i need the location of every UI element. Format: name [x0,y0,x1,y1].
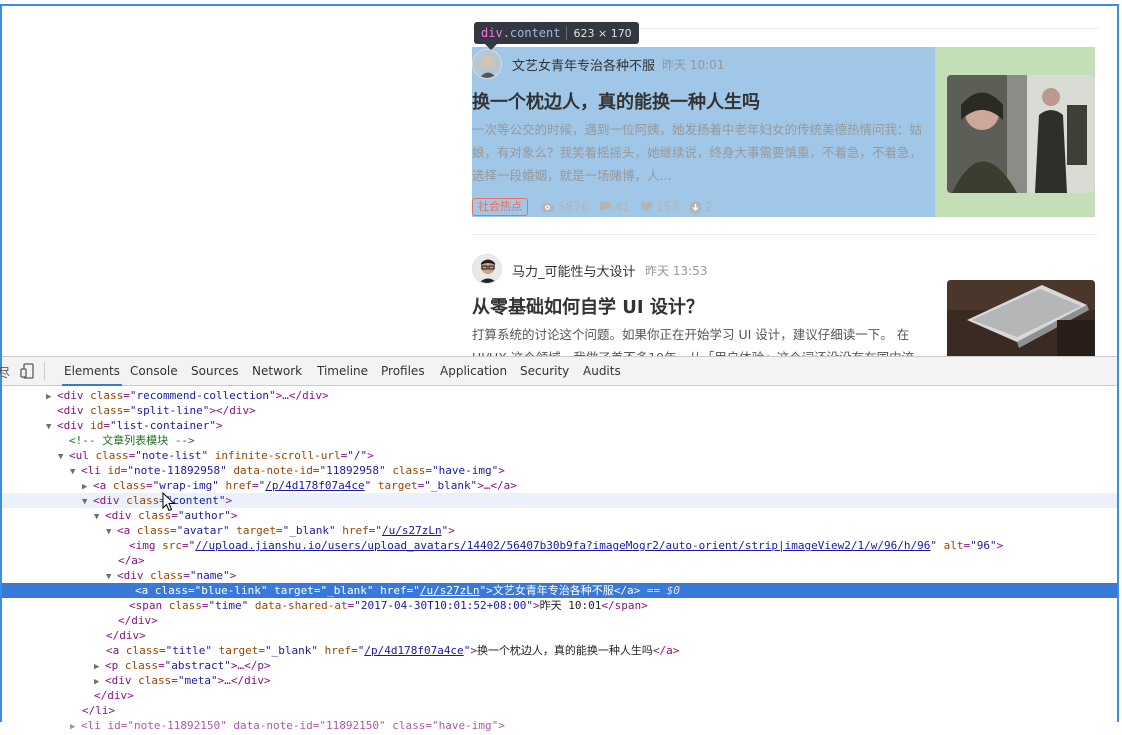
comments-value: 41 [614,200,630,214]
dom-node-close[interactable]: </div> [2,688,1117,703]
rewards-value: 2 [704,200,713,214]
comments-count[interactable]: 41 [599,200,630,214]
author-name-link[interactable]: 马力_可能性与大设计 [512,261,636,280]
tab-application[interactable]: Application [440,357,507,386]
tab-timeline[interactable]: Timeline [317,357,368,386]
comment-icon [599,202,611,212]
article-title[interactable]: 换一个枕边人，真的能换一种人生吗 [472,88,760,114]
heart-icon [640,201,653,212]
article-thumbnail[interactable] [947,280,1095,356]
likes-count: 153 [640,200,679,214]
publish-time: 昨天 10:01 [662,58,725,72]
publish-time: 昨天 13:53 [645,264,708,278]
dom-node[interactable]: ▶ <div class="recommend-collection">…</di… [2,388,1117,403]
dom-node-close[interactable]: </a> [2,553,1117,568]
dom-node[interactable]: ▶ <a class="wrap-img" href="/p/4d178f07a4… [2,478,1117,493]
dom-node[interactable]: <a class="title" target="_blank" href="/… [2,643,1117,658]
tooltip-arrow [485,44,497,50]
dom-node[interactable]: ▼ <div class="name"> [2,568,1117,583]
mouse-cursor-icon [162,492,175,512]
tab-security[interactable]: Security [520,357,569,386]
article-title[interactable]: 从零基础如何自学 UI 设计？ [472,293,704,319]
tooltip-dimensions: 623 × 170 [573,26,632,40]
dom-tree: ▶ <div class="recommend-collection">…</di… [2,387,1117,732]
article-thumbnail[interactable] [947,75,1095,193]
tabbar-divider [44,362,45,380]
tab-elements[interactable]: Elements [62,357,122,386]
views-count: 5876 [540,200,589,214]
dom-node-close[interactable]: </li> [2,703,1117,718]
inspect-tooltip: div .content 623 × 170 [474,22,639,44]
tab-console[interactable]: Console [130,357,178,386]
dom-node-selected[interactable]: <a class="blue-link" target="_blank" hre… [2,583,1117,598]
tooltip-separator [566,26,568,40]
collection-tag[interactable]: 社会热点 [472,198,528,216]
tab-audits[interactable]: Audits [583,357,621,386]
article-abstract: 一次等公交的时候，遇到一位阿姨，她发扬着中老年妇女的传统美德热情问我：姑娘，有对… [472,122,923,183]
rewards-count: 2 [689,200,713,214]
dom-node[interactable]: <div class="split-line"></div> [2,403,1117,418]
select-element-icon[interactable]: 尽 [0,364,10,381]
dom-node-partial[interactable]: ▶ <li id="note-11892150" data-note-id="11… [2,718,1117,733]
dom-node[interactable]: ▼ <div id="list-container"> [2,418,1117,433]
devtools-tabbar: 尽 Elements Console Sources Network Timel… [0,357,1117,386]
tab-sources[interactable]: Sources [191,357,238,386]
dom-node[interactable]: ▼ <a class="avatar" target="_blank" href=… [2,523,1117,538]
split-line [472,234,1098,235]
dom-node[interactable]: <span class="time" data-shared-at="2017-… [2,598,1117,613]
article-meta: 社会热点 5876 41 153 2 [472,198,722,216]
dom-node-close[interactable]: </div> [2,613,1117,628]
eye-icon [540,202,555,212]
dom-node[interactable]: ▶ <p class="abstract">…</p> [2,658,1117,673]
device-toolbar-icon[interactable] [20,363,36,383]
dom-node[interactable]: ▼ <li id="note-11892958" data-note-id="11… [2,463,1117,478]
author-avatar[interactable] [472,254,502,284]
dom-node[interactable]: ▼ <ul class="note-list" infinite-scroll-u… [2,448,1117,463]
author-avatar[interactable] [472,49,502,79]
dom-comment[interactable]: <!-- 文章列表模块 --> [2,433,1117,448]
tooltip-tag: div [481,26,503,40]
dom-node[interactable]: ▶ <div class="meta">…</div> [2,673,1117,688]
tooltip-class: .content [502,26,561,40]
tab-profiles[interactable]: Profiles [381,357,425,386]
author-name-link[interactable]: 文艺女青年专治各种不服 [512,55,655,74]
dom-node-close[interactable]: </div> [2,628,1117,643]
page-viewport: 文艺女青年专治各种不服 昨天 10:01 换一个枕边人，真的能换一种人生吗 一次… [2,6,1117,356]
dom-node[interactable]: <img src="//upload.jianshu.io/users/uplo… [2,538,1117,553]
tab-network[interactable]: Network [252,357,302,386]
likes-value: 153 [655,200,679,214]
views-value: 5876 [558,200,589,214]
devtools-panel: 尽 Elements Console Sources Network Timel… [0,356,1117,732]
reward-icon [689,201,702,213]
article-abstract: 打算系统的讨论这个问题。如果你正在开始学习 UI 设计，建议仔细读一下。 在 U… [472,327,914,356]
